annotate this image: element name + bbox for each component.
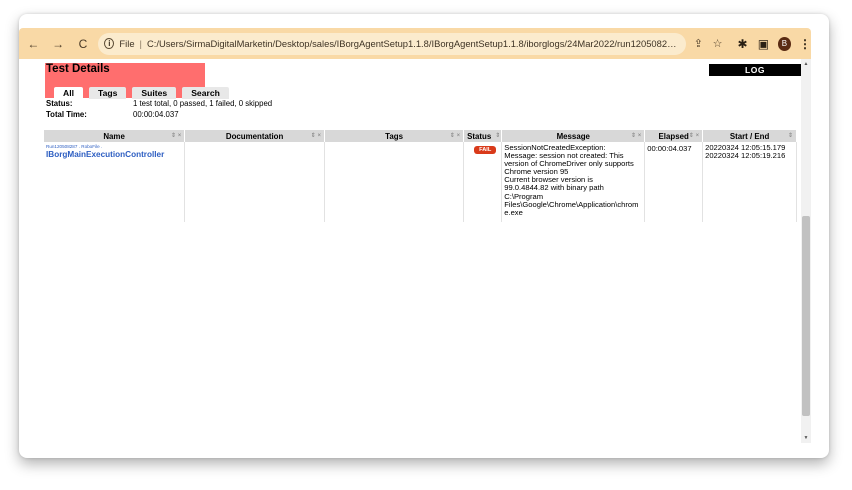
reload-button[interactable]: C [74,34,93,54]
sort-icon[interactable]: ⇕ [788,132,793,139]
cell-name: Run120508287 . RoboFile . IBorgMainExecu… [44,142,186,222]
column-header-status[interactable]: Status ⇕ [463,130,503,142]
arrow-right-icon: → [52,36,65,51]
status-badge: FAIL [474,146,497,154]
sort-icon[interactable]: ⇕ × [450,132,460,139]
total-time-label: Total Time: [46,110,87,119]
cell-status: FAIL [463,142,503,222]
tab-suites[interactable]: Suites [132,87,177,99]
message-line: e.exe [504,207,523,217]
report-tabs: All Tags Suites Search [54,87,229,99]
column-header-message[interactable]: Message ⇕ × [501,130,646,142]
cell-documentation [184,142,325,222]
sort-icon[interactable]: ⇕ [495,132,500,139]
scheme-label: File [119,38,135,49]
test-name-link[interactable]: IBorgMainExecutionController [46,150,182,159]
scrollbar-thumb[interactable] [802,216,810,416]
extensions-button[interactable]: ✱ [734,35,751,53]
column-header-name[interactable]: Name ⇕ × [44,130,186,142]
scroll-down-icon[interactable]: ▼ [801,433,811,443]
omnibox-separator: | [139,38,142,49]
puzzle-icon: ✱ [737,36,748,51]
forward-button[interactable]: → [49,34,68,54]
end-time: 20220324 12:05:19.216 [705,151,786,161]
side-panel-button[interactable]: ▣ [755,35,772,53]
sort-icon[interactable]: ⇕ × [689,132,699,139]
profile-avatar[interactable]: B [777,36,791,51]
sort-icon[interactable]: ⇕ × [631,132,641,139]
info-icon[interactable]: i [104,38,115,49]
status-label: Status: [46,99,73,108]
cell-tags [324,142,465,222]
back-button[interactable]: ← [24,34,43,54]
tab-tags[interactable]: Tags [88,87,127,99]
page-title: Test Details [46,63,110,75]
total-time-value: 00:00:04.037 [133,110,179,119]
cell-message: SessionNotCreatedException: Message: ses… [501,142,646,222]
column-header-elapsed[interactable]: Elapsed ⇕ × [644,130,704,142]
tab-all[interactable]: All [54,87,83,99]
scroll-up-icon[interactable]: ▲ [801,59,811,69]
column-header-documentation[interactable]: Documentation ⇕ × [184,130,325,142]
message-line: Files\Google\Chrome\Application\chrom [504,199,639,209]
status-value: 1 test total, 0 passed, 1 failed, 0 skip… [133,99,273,108]
cell-start-end: 20220324 12:05:15.179 20220324 12:05:19.… [702,142,797,222]
column-header-tags[interactable]: Tags ⇕ × [324,130,465,142]
share-icon[interactable]: ⇪ [692,37,705,50]
column-header-start-end[interactable]: Start / End ⇕ [702,130,797,142]
star-icon[interactable]: ☆ [711,37,724,50]
report-content: Test Details All Tags Suites Search LOG … [19,59,811,443]
table-row: Run120508287 . RoboFile . IBorgMainExecu… [44,142,797,222]
address-bar[interactable]: i File | C:/Users/SirmaDigitalMarketin/D… [98,32,686,55]
reload-icon: C [78,36,88,51]
test-details-table: Name ⇕ × Documentation ⇕ × Tags ⇕ × Status ⇕… [44,130,797,222]
sort-icon[interactable]: ⇕ × [171,132,181,139]
browser-toolbar: ← → C i File | C:/Users/SirmaDigitalMark… [19,28,811,59]
sort-icon[interactable]: ⇕ × [311,132,321,139]
kebab-menu-icon[interactable]: ⋮ [799,37,811,51]
error-message: SessionNotCreatedException: Message: ses… [504,143,642,217]
cell-elapsed: 00:00:04.037 [644,142,704,222]
url-text: C:/Users/SirmaDigitalMarketin/Desktop/sa… [146,38,680,49]
table-header-row: Name ⇕ × Documentation ⇕ × Tags ⇕ × Status ⇕… [44,130,797,142]
arrow-left-icon: ← [27,36,40,51]
log-link[interactable]: LOG [709,64,801,76]
sidepanel-icon: ▣ [757,36,770,51]
vertical-scrollbar[interactable]: ▲ ▼ [801,59,811,443]
tab-search[interactable]: Search [182,87,229,99]
